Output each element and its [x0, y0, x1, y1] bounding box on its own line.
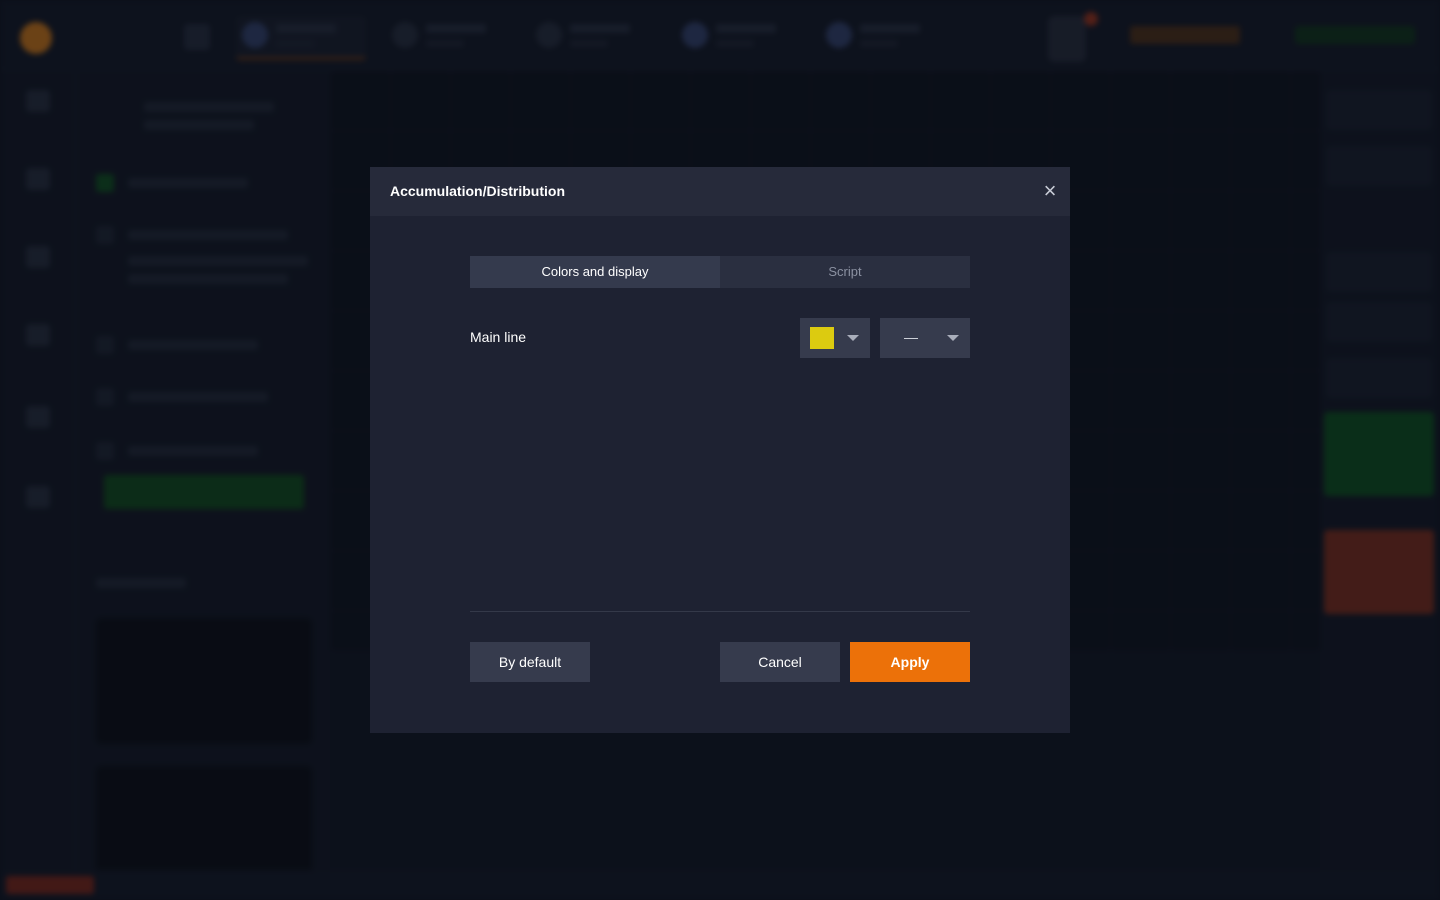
indicator-settings-dialog: Accumulation/Distribution × Colors and d…	[370, 167, 1070, 733]
settings-tabs: Colors and display Script	[470, 256, 970, 288]
main-line-color-picker[interactable]	[800, 318, 870, 358]
tab-script[interactable]: Script	[720, 256, 970, 288]
dialog-title: Accumulation/Distribution	[390, 183, 565, 199]
chevron-down-icon	[847, 335, 859, 341]
by-default-button[interactable]: By default	[470, 642, 590, 682]
main-line-style-select[interactable]: —	[880, 318, 970, 358]
close-icon[interactable]: ×	[1038, 179, 1062, 203]
chevron-down-icon	[947, 335, 959, 341]
footer-divider	[470, 611, 970, 612]
tab-colors-and-display[interactable]: Colors and display	[470, 256, 720, 288]
dialog-header: Accumulation/Distribution ×	[370, 167, 1070, 216]
apply-button[interactable]: Apply	[850, 642, 970, 682]
cancel-button[interactable]: Cancel	[720, 642, 840, 682]
main-line-label: Main line	[470, 329, 527, 345]
line-style-value: —	[904, 329, 918, 345]
color-swatch	[810, 327, 834, 349]
